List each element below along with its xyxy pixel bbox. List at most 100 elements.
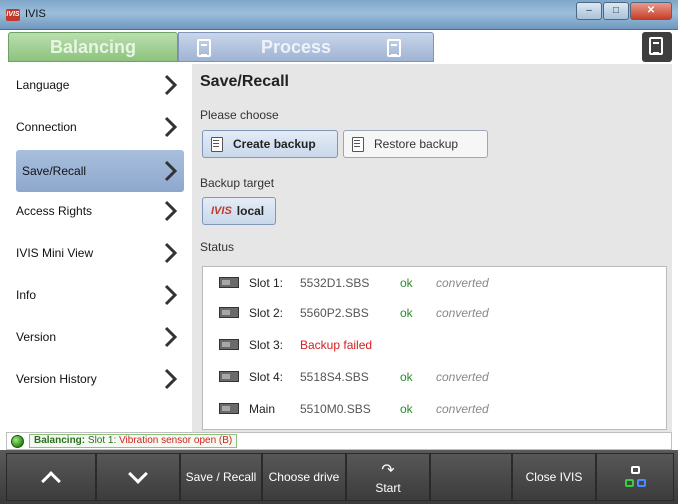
tab-bar: Balancing Process [0, 30, 678, 64]
slot-name: Slot 4: [249, 370, 284, 384]
chevron-right-icon [164, 284, 178, 306]
memory-card-icon [219, 339, 239, 350]
chevron-right-icon [164, 74, 178, 96]
sidebar: Language Connection Save/Recall Access R… [6, 64, 192, 432]
sidebar-item-label: Version [16, 330, 57, 344]
backup-target-value: local [236, 204, 265, 218]
slot-ok: ok [400, 402, 413, 416]
document-icon [211, 136, 223, 152]
chevron-up-icon [41, 471, 61, 491]
slot-state: converted [436, 306, 489, 320]
sidebar-item-label: Save/Recall [22, 164, 87, 178]
tab-balancing[interactable]: Balancing [8, 32, 178, 62]
sidebar-item-language[interactable]: Language [6, 64, 192, 106]
status-slot: Slot 1: [87, 435, 117, 446]
chevron-right-icon [164, 160, 178, 182]
close-ivis-label: Close IVIS [525, 470, 583, 484]
restore-backup-button[interactable]: Restore backup [343, 130, 488, 158]
sidebar-item-label: Connection [16, 120, 77, 134]
status-text: Vibration sensor open (B) [119, 435, 233, 446]
close-icon[interactable]: ✕ [630, 2, 672, 20]
slot-name: Slot 1: [249, 276, 284, 290]
list-item: Slot 2: 5560P2.SBS ok converted [203, 301, 666, 325]
slot-file: 5510M0.SBS [300, 402, 371, 416]
slot-file: 5532D1.SBS [300, 276, 370, 290]
ivis-app-icon: IVIS [6, 9, 20, 21]
document-icon [197, 39, 211, 57]
sidebar-item-access-rights[interactable]: Access Rights [6, 190, 192, 232]
report-button[interactable] [642, 32, 672, 62]
sidebar-item-save-recall[interactable]: Save/Recall [16, 150, 184, 192]
slot-name: Main [249, 402, 276, 416]
status-prefix: Balancing: [34, 435, 86, 446]
ivis-logo-icon: IVIS [211, 205, 232, 217]
slot-ok: ok [400, 370, 413, 384]
chevron-right-icon [164, 242, 178, 264]
slot-ok: ok [400, 306, 413, 320]
slot-state: converted [436, 276, 489, 290]
memory-card-icon [219, 277, 239, 288]
choose-drive-label: Choose drive [268, 470, 340, 484]
create-backup-button[interactable]: Create backup [202, 130, 338, 158]
list-item: Slot 1: 5532D1.SBS ok converted [203, 271, 666, 295]
status-led-icon [11, 435, 24, 448]
sidebar-item-info[interactable]: Info [6, 274, 192, 316]
empty-button[interactable] [430, 453, 512, 501]
slot-state: converted [436, 402, 489, 416]
topology-button[interactable] [596, 453, 674, 501]
chevron-down-icon [128, 464, 148, 484]
sidebar-item-label: IVIS Mini View [16, 246, 94, 260]
create-backup-label: Create backup [233, 137, 316, 151]
sidebar-item-version-history[interactable]: Version History [6, 358, 192, 400]
minimize-icon[interactable]: – [576, 2, 602, 20]
status-message: Balancing: Slot 1: Vibration sensor open… [29, 434, 238, 448]
chevron-right-icon [164, 368, 178, 390]
start-icon: ↷ [381, 462, 395, 479]
tab-process-label: Process [261, 37, 332, 57]
list-item: Slot 3: Backup failed [203, 333, 666, 357]
memory-card-icon [219, 307, 239, 318]
page-title: Save/Recall [200, 73, 289, 90]
choose-label: Please choose [200, 108, 279, 122]
slot-name: Slot 2: [249, 306, 284, 320]
document-icon [352, 136, 364, 152]
memory-card-icon [219, 371, 239, 382]
status-bar: Balancing: Slot 1: Vibration sensor open… [6, 432, 672, 450]
slot-file: 5560P2.SBS [300, 306, 369, 320]
start-button[interactable]: ↷ Start [346, 453, 430, 501]
memory-card-icon [219, 403, 239, 414]
tab-process[interactable]: Process [178, 32, 434, 62]
bottom-toolbar: Save / Recall Choose drive ↷ Start Close… [0, 450, 678, 504]
chevron-right-icon [164, 116, 178, 138]
list-item: Main 5510M0.SBS ok converted [203, 397, 666, 421]
window-title: IVIS [25, 8, 46, 20]
maximize-icon[interactable]: □ [603, 2, 629, 20]
slot-ok: ok [400, 276, 413, 290]
backup-target-local-button[interactable]: IVIS local [202, 197, 276, 225]
down-button[interactable] [96, 453, 180, 501]
sidebar-item-label: Language [16, 78, 70, 92]
choose-drive-button[interactable]: Choose drive [262, 453, 346, 501]
title-bar: IVIS IVIS – □ ✕ [0, 0, 678, 30]
sidebar-item-version[interactable]: Version [6, 316, 192, 358]
list-item: Slot 4: 5518S4.SBS ok converted [203, 365, 666, 389]
document-icon [387, 39, 401, 57]
document-icon [649, 37, 663, 55]
up-button[interactable] [6, 453, 96, 501]
sidebar-item-mini-view[interactable]: IVIS Mini View [6, 232, 192, 274]
slot-state: converted [436, 370, 489, 384]
sidebar-item-connection[interactable]: Connection [6, 106, 192, 148]
window-controls: – □ ✕ [575, 2, 672, 20]
sidebar-item-label: Version History [16, 372, 97, 386]
restore-backup-label: Restore backup [374, 137, 459, 151]
slot-error: Backup failed [300, 338, 373, 352]
save-recall-button[interactable]: Save / Recall [180, 453, 262, 501]
close-ivis-button[interactable]: Close IVIS [512, 453, 596, 501]
status-label: Status [200, 240, 235, 254]
sidebar-item-label: Access Rights [16, 204, 93, 218]
slot-file: 5518S4.SBS [300, 370, 369, 384]
save-recall-label: Save / Recall [185, 470, 257, 484]
chevron-right-icon [164, 200, 178, 222]
status-list: Slot 1: 5532D1.SBS ok converted Slot 2: … [202, 266, 667, 430]
backup-target-label: Backup target [200, 176, 275, 190]
